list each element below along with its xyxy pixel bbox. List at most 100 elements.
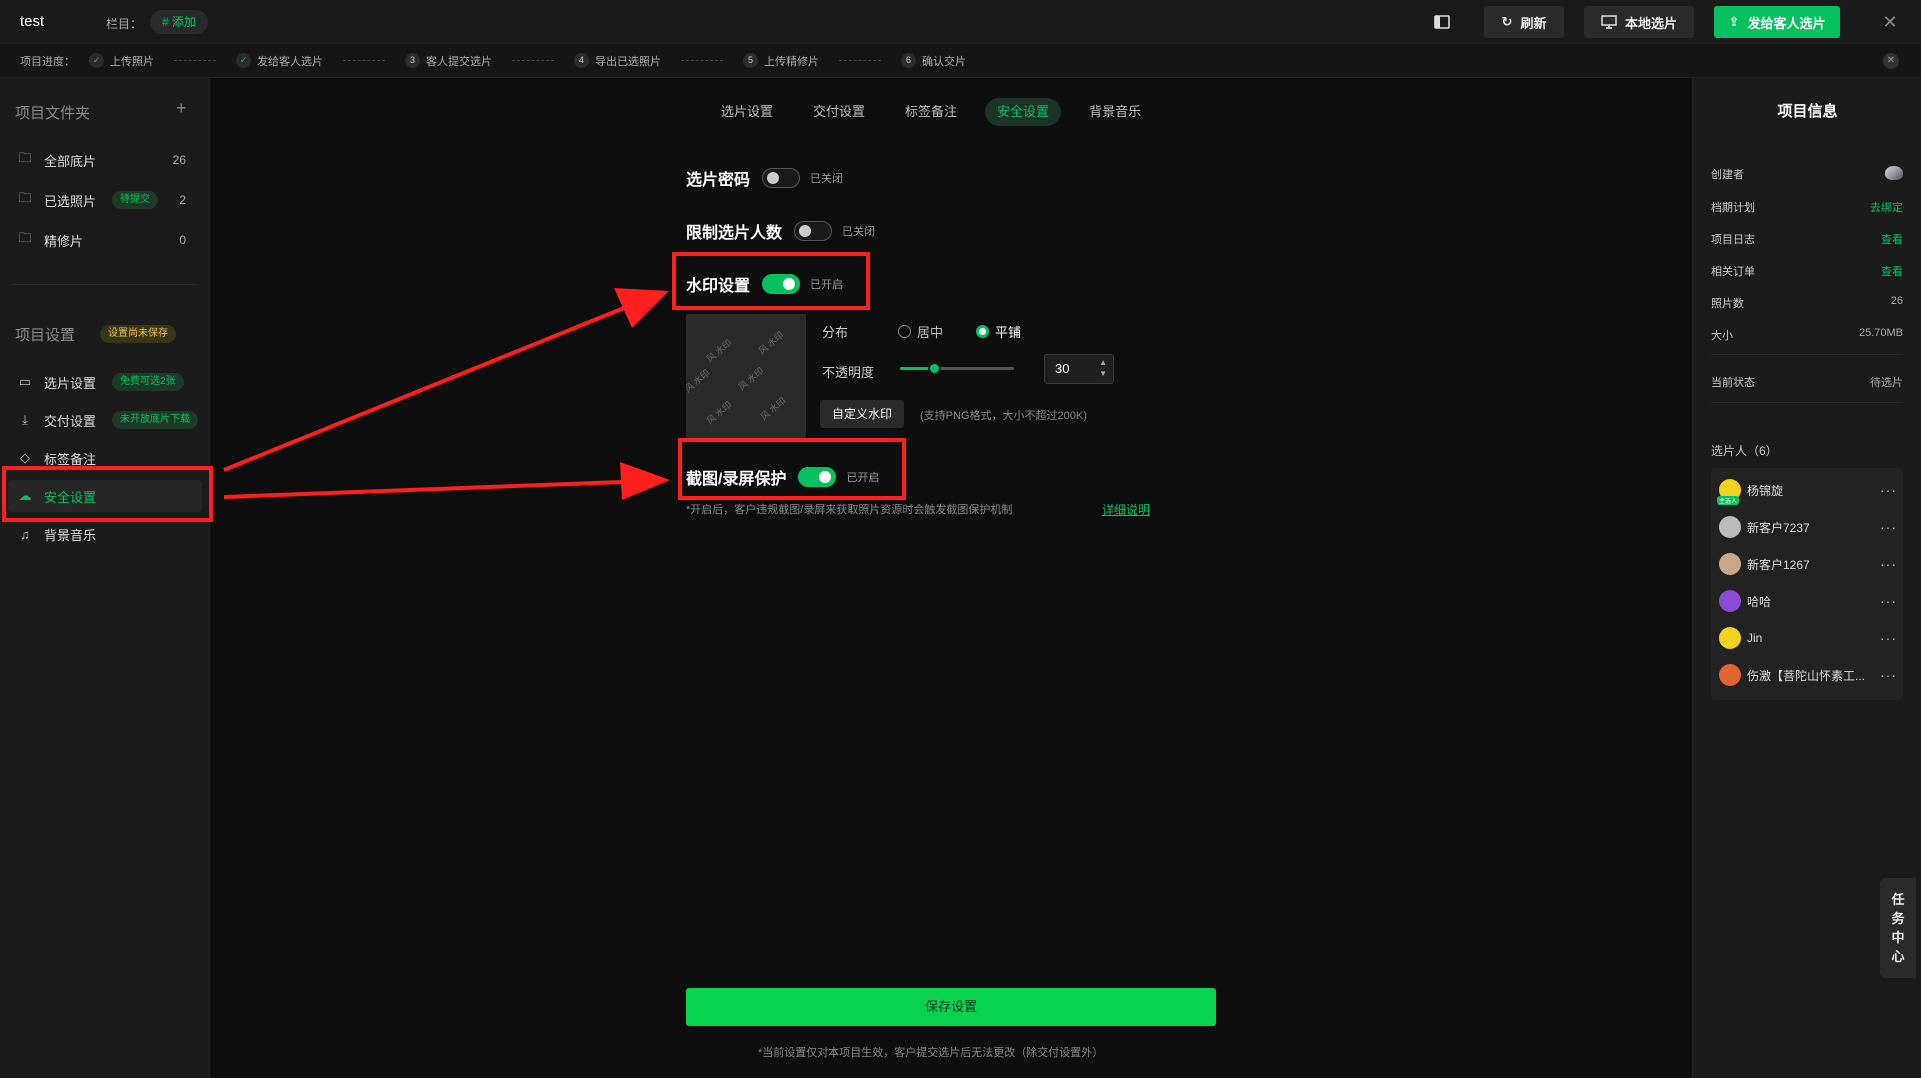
tab-security[interactable]: 安全设置 <box>985 98 1062 126</box>
close-icon[interactable]: ✕ <box>1880 12 1900 32</box>
list-item[interactable]: 主选人 杨锦旋 ··· <box>1717 478 1897 505</box>
radio-tile[interactable]: 平铺 <box>976 322 1021 341</box>
avatar <box>1719 590 1741 612</box>
more-icon[interactable]: ··· <box>1880 630 1897 646</box>
progress-step: 5 上传精修片 <box>743 53 819 69</box>
more-icon[interactable]: ··· <box>1880 593 1897 609</box>
more-icon[interactable]: ··· <box>1880 667 1897 683</box>
annotation-box-screenshot <box>678 438 906 500</box>
sidebar-item-pick-settings[interactable]: ▭ 选片设置 免费可选2张 <box>8 366 202 398</box>
sidebar-item-retouched[interactable]: 🗀 精修片 0 <box>8 224 202 256</box>
tab-pick-settings[interactable]: 选片设置 <box>709 98 785 126</box>
list-item[interactable]: 新客户7237 ··· <box>1719 515 1897 539</box>
view-log-link[interactable]: 查看 <box>1881 231 1903 247</box>
annotation-arrows <box>223 288 670 500</box>
settings-heading: 项目设置 <box>15 327 76 344</box>
view-orders-link[interactable]: 查看 <box>1881 263 1903 279</box>
message-icon: ▭ <box>18 374 32 389</box>
add-column-button[interactable]: # 添加 <box>150 10 209 34</box>
list-item[interactable]: 哈哈 ··· <box>1719 589 1897 613</box>
limit-pickers-toggle[interactable] <box>794 221 833 241</box>
task-center-button[interactable]: 任 务 中 心 <box>1880 878 1916 978</box>
avatar <box>1719 627 1741 649</box>
custom-watermark-button[interactable]: 自定义水印 <box>820 400 905 428</box>
watermark-preview-text: 风 水印 <box>758 395 788 423</box>
stepper-icon[interactable]: ▲ ▼ <box>1099 357 1107 379</box>
top-bar: test 栏目： # 添加 ↻ 刷新 本地选片 ⇪ 发给客人选片 ✕ <box>0 0 1921 44</box>
annotation-arrow <box>223 480 623 499</box>
screenshot-protection-hint: *开启后，客户违规截图/录屏来获取照片资源时会触发截图保护机制 <box>686 504 1013 516</box>
avatar: 主选人 <box>1717 479 1741 505</box>
folder-icon: 🗀 <box>18 150 32 165</box>
info-row-log: 项目日志 查看 <box>1711 231 1903 247</box>
annotation-arrowhead <box>620 462 670 500</box>
panel-toggle-icon[interactable] <box>1432 12 1452 32</box>
opacity-slider[interactable] <box>900 362 1014 375</box>
local-pick-button[interactable]: 本地选片 <box>1584 6 1694 38</box>
tab-music[interactable]: 背景音乐 <box>1077 98 1153 126</box>
watermark-preview-text: 风 水印 <box>736 365 766 393</box>
info-row-orders: 相关订单 查看 <box>1711 263 1903 279</box>
progress-divider <box>512 60 554 61</box>
more-icon[interactable]: ··· <box>1880 482 1897 498</box>
sidebar-item-selected-photos[interactable]: 🗀 已选照片 待提交 2 <box>8 184 202 216</box>
music-icon: ♫ <box>20 526 30 542</box>
folder-check-icon: 🗀 <box>18 190 32 205</box>
progress-label: 项目进度： <box>20 55 75 68</box>
refresh-button[interactable]: ↻ 刷新 <box>1484 6 1564 38</box>
watermark-preview-text: 风 水印 <box>704 337 734 365</box>
add-folder-icon[interactable]: + <box>176 98 187 119</box>
avatar <box>1719 553 1741 575</box>
watermark-preview-text: 风 水印 <box>686 367 712 395</box>
progress-divider <box>174 60 216 61</box>
distribution-label: 分布 <box>822 325 849 340</box>
sidebar-item-all-photos[interactable]: 🗀 全部底片 26 <box>8 144 202 176</box>
column-label: 栏目： <box>106 17 143 31</box>
radio-center[interactable]: 居中 <box>898 322 943 341</box>
sidebar-divider <box>12 284 198 285</box>
bind-schedule-link[interactable]: 去绑定 <box>1870 199 1903 215</box>
list-item[interactable]: 新客户1267 ··· <box>1719 552 1897 576</box>
unsaved-badge: 设置尚未保存 <box>100 325 176 343</box>
more-icon[interactable]: ··· <box>1880 556 1897 572</box>
watermark-preview-text: 风 水印 <box>704 399 734 427</box>
watermark-preview: 风 水印 风 水印 风 水印 风 水印 风 水印 风 水印 <box>686 314 806 438</box>
progress-step: ✓ 发给客人选片 <box>236 53 323 69</box>
settings-footnote: *当前设置仅对本项目生效，客户提交选片后无法更改（除交付设置外） <box>758 1047 1104 1059</box>
list-item[interactable]: 伤激【菩陀山怀素工... ··· <box>1719 663 1897 687</box>
annotation-arrow <box>223 306 625 472</box>
more-icon[interactable]: ··· <box>1880 519 1897 535</box>
opacity-slider-thumb[interactable] <box>928 362 941 375</box>
watermark-preview-text: 风 水印 <box>756 329 786 357</box>
custom-watermark-hint: (支持PNG格式，大小不超过200K) <box>920 410 1087 422</box>
progress-divider <box>839 60 881 61</box>
sidebar-item-music[interactable]: ♫ 背景音乐 <box>8 518 202 550</box>
progress-divider <box>343 60 385 61</box>
tab-delivery-settings[interactable]: 交付设置 <box>801 98 877 126</box>
send-to-client-button[interactable]: ⇪ 发给客人选片 <box>1714 6 1840 38</box>
limit-pickers-row: 限制选片人数 已关闭 <box>686 219 875 243</box>
list-item[interactable]: Jin ··· <box>1719 626 1897 650</box>
avatar <box>1719 664 1741 686</box>
sidebar: 项目文件夹 + 🗀 全部底片 26 🗀 已选照片 待提交 2 🗀 精修片 0 项… <box>0 78 210 1078</box>
settings-tabs: 选片设置 交付设置 标签备注 安全设置 背景音乐 <box>709 98 1153 126</box>
progress-step: ✓ 上传照片 <box>89 53 154 69</box>
progress-close-icon[interactable]: ✕ <box>1883 53 1899 69</box>
pick-password-toggle[interactable] <box>762 168 801 188</box>
pick-password-row: 选片密码 已关闭 <box>686 166 843 190</box>
details-link[interactable]: 详细说明 <box>1102 501 1150 518</box>
tab-tags[interactable]: 标签备注 <box>893 98 969 126</box>
project-progress-bar: 项目进度： ✓ 上传照片 ✓ 发给客人选片 3 客人提交选片 4 导出已选照片 5 上传精… <box>0 44 1921 78</box>
owner-tag: 主选人 <box>1717 496 1740 505</box>
pickers-list: 主选人 杨锦旋 ··· 新客户7237 ··· 新客户1267 ··· 哈哈 ·… <box>1711 468 1903 700</box>
sidebar-item-delivery-settings[interactable]: ⤓ 交付设置 未开放底片下载 <box>8 404 202 436</box>
download-icon: ⤓ <box>22 412 28 427</box>
save-settings-button[interactable]: 保存设置 <box>686 988 1216 1026</box>
info-row-photo-count: 照片数 26 <box>1711 295 1903 310</box>
opacity-input[interactable]: 30 ▲ ▼ <box>1044 354 1114 384</box>
status-badge: 待提交 <box>112 191 159 209</box>
monitor-icon <box>1601 15 1617 29</box>
refresh-icon: ↻ <box>1501 14 1513 29</box>
share-icon: ⇪ <box>1728 14 1740 29</box>
info-divider <box>1711 354 1903 355</box>
